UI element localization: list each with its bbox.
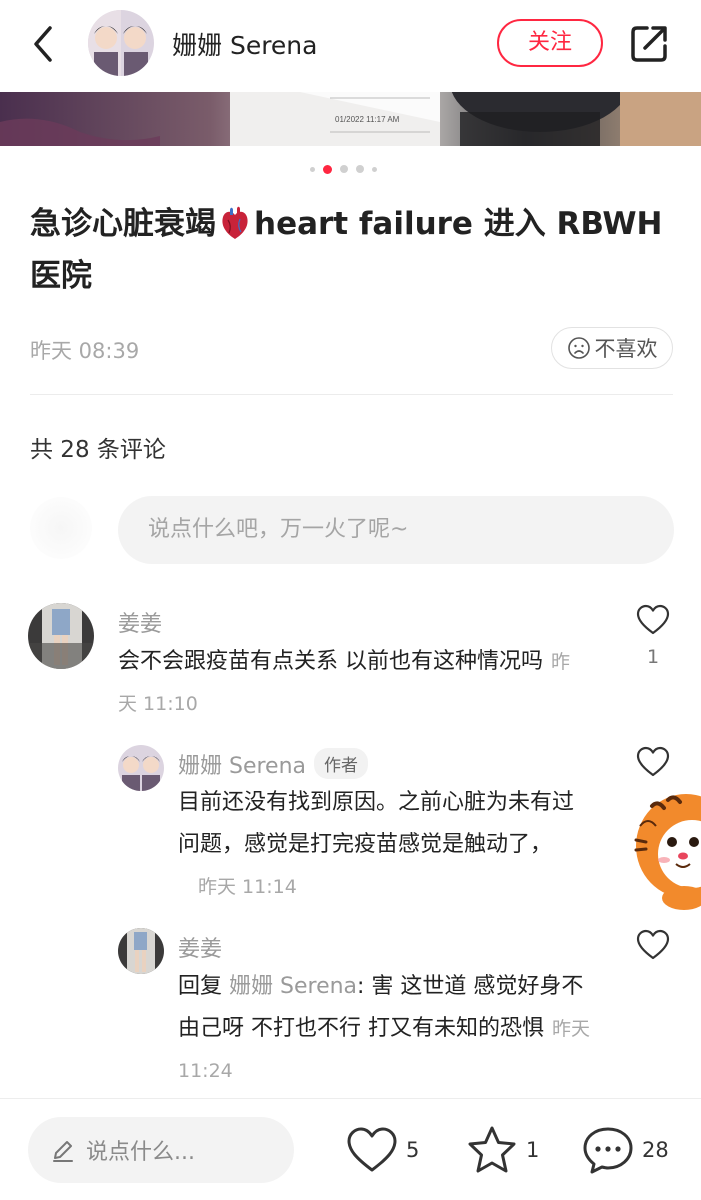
- follow-button[interactable]: 关注: [497, 19, 603, 67]
- comment-body: 会不会跟疫苗有点关系 以前也有这种情况吗: [118, 649, 543, 674]
- author-tag: 作者: [314, 748, 369, 779]
- author-name[interactable]: 姗姗 Serena: [172, 26, 317, 62]
- post-image[interactable]: 01/2022 11:17 AM: [0, 92, 701, 146]
- heart-organ-emoji: [222, 206, 248, 239]
- carousel-indicator: [310, 164, 377, 174]
- reply-text: 目前还没有找到原因。之前心脏为未有过问题，感觉是打完疫苗感觉是触动了， 昨天 11…: [178, 782, 588, 908]
- commenter-avatar[interactable]: [28, 603, 94, 669]
- sad-face-icon: [567, 337, 590, 359]
- heart-icon: [636, 604, 670, 635]
- comment-count: 共 28 条评论: [30, 437, 166, 463]
- reply-time: 昨天 11:14: [198, 876, 297, 898]
- carousel-dot: [372, 166, 377, 172]
- reply-name[interactable]: 姜姜: [178, 931, 222, 963]
- like-button[interactable]: 5: [346, 1123, 419, 1177]
- comment-total-count: 28: [642, 1138, 669, 1162]
- chat-bubble-icon: [583, 1127, 633, 1174]
- floating-tiger-sticker[interactable]: [634, 786, 701, 910]
- share-button[interactable]: [627, 22, 671, 66]
- pencil-icon: [53, 1141, 73, 1162]
- comment-text: 会不会跟疫苗有点关系 以前也有这种情况吗 昨天 11:10: [118, 641, 588, 725]
- heart-icon: [636, 746, 670, 777]
- reply-body: 目前还没有找到原因。之前心脏为未有过问题，感觉是打完疫苗感觉是触动了，: [178, 790, 575, 857]
- my-avatar: [30, 497, 92, 559]
- photo-caption: 01/2022 11:17 AM: [335, 115, 400, 124]
- like-count: 5: [406, 1138, 420, 1162]
- author-avatar[interactable]: [88, 10, 154, 76]
- carousel-dot: [356, 165, 364, 173]
- collect-button[interactable]: 1: [466, 1123, 539, 1177]
- comment-button[interactable]: 28: [582, 1123, 669, 1177]
- top-nav-bar: 姗姗 Serena 关注: [0, 0, 701, 92]
- comment-input[interactable]: 说点什么吧，万一火了呢~: [118, 496, 674, 564]
- bottom-action-bar: 说点什么... 5 1 28: [0, 1098, 701, 1200]
- comment-like-count: 1: [646, 646, 660, 668]
- reply-to-name[interactable]: 姗姗 Serena: [229, 974, 357, 999]
- reply-like-button[interactable]: [636, 929, 670, 961]
- collect-count: 1: [526, 1138, 540, 1162]
- star-icon: [468, 1126, 516, 1173]
- reply-avatar[interactable]: [118, 745, 164, 791]
- dislike-button[interactable]: 不喜欢: [551, 327, 673, 369]
- reply-prefix: 回复: [178, 974, 223, 999]
- divider: [30, 394, 673, 395]
- reply-name: 姗姗 Serena 作者: [178, 748, 369, 780]
- heart-icon: [347, 1127, 397, 1172]
- commenter-name[interactable]: 姜姜: [118, 606, 162, 638]
- back-button[interactable]: [26, 24, 62, 64]
- carousel-dot: [310, 166, 315, 172]
- post-title: 急诊心脏衰竭 heart failure 进入 RBWH 医院: [30, 198, 680, 302]
- post-title-part1: 急诊心脏衰竭: [30, 206, 216, 242]
- post-time: 昨天 08:39: [30, 339, 140, 363]
- reply-like-button[interactable]: [636, 746, 670, 778]
- carousel-dot-active: [323, 164, 332, 174]
- reply-avatar[interactable]: [118, 928, 164, 974]
- share-icon: [631, 26, 667, 62]
- back-arrow-icon: [34, 26, 52, 62]
- bottom-input-placeholder: 说点什么...: [86, 1140, 195, 1165]
- comment-like-button[interactable]: [636, 604, 670, 636]
- reply-text: 回复 姗姗 Serena: 害 这世道 感觉好身不由己呀 不打也不行 打又有未知…: [178, 966, 598, 1092]
- reply-author-name[interactable]: 姗姗 Serena: [178, 754, 306, 779]
- carousel-dot: [340, 165, 348, 173]
- heart-icon: [636, 929, 670, 960]
- bottom-comment-input[interactable]: 说点什么...: [28, 1117, 294, 1183]
- dislike-label: 不喜欢: [594, 337, 658, 361]
